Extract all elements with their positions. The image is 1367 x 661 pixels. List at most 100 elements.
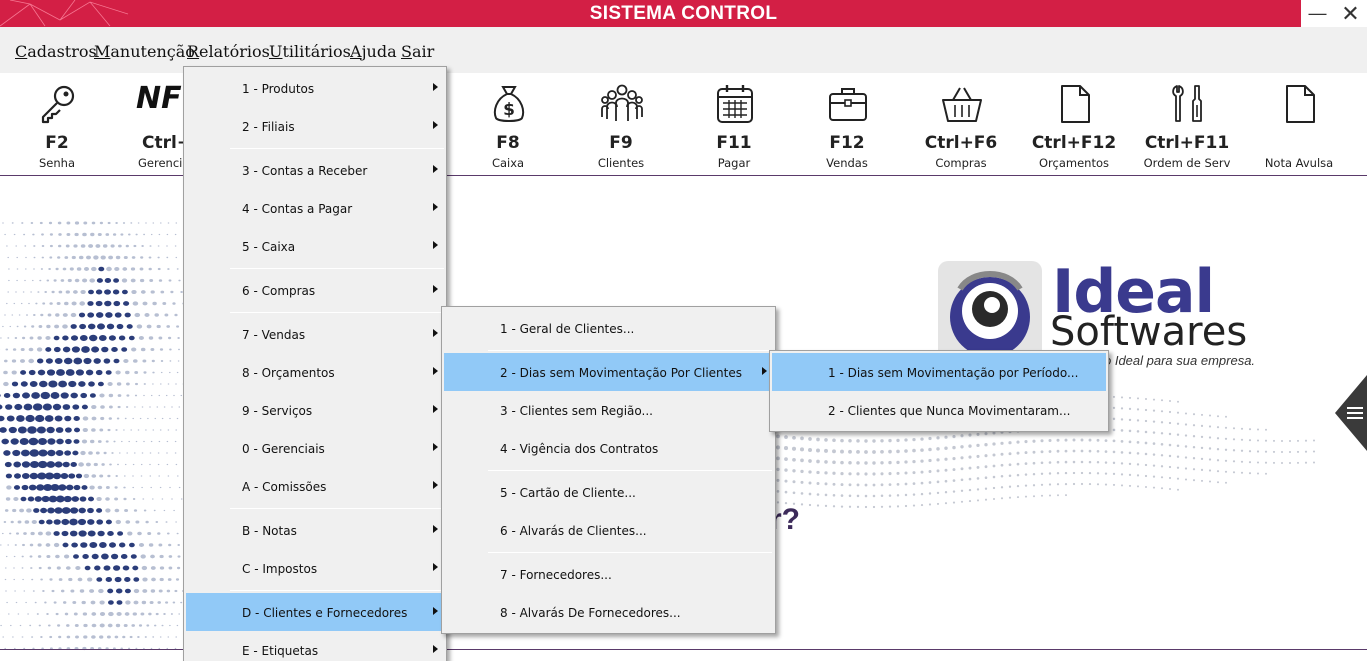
menu-item-label: 9 - Serviços (242, 404, 313, 418)
menu-manutencao[interactable]: Manutenção (94, 42, 195, 61)
toolbar-label: Gerencia (138, 156, 190, 170)
toolbar-key: F9 (609, 133, 633, 153)
menu-item-label: 2 - Filiais (242, 120, 295, 134)
menu-item-3-contas-a-receber[interactable]: 3 - Contas a Receber (186, 151, 444, 189)
toolbar-caixa-button[interactable]: $ F8 Caixa (452, 73, 564, 173)
title-bar: SISTEMA CONTROL — ✕ (0, 0, 1367, 27)
menu-item-label: 2 - Clientes que Nunca Movimentaram... (828, 404, 1071, 418)
menu-item-4-contas-a-pagar[interactable]: 4 - Contas a Pagar (186, 189, 444, 227)
toolbar-label: Caixa (491, 156, 525, 170)
menu-item-label: 5 - Caixa (242, 240, 296, 254)
submenu-arrow-icon (433, 645, 438, 653)
menu-item-label: 6 - Alvarás de Clientes... (500, 524, 647, 538)
window-title: SISTEMA CONTROL (589, 3, 778, 24)
menu-item-label: 4 - Vigência dos Contratos (500, 442, 659, 456)
toolbar-label: Clientes (597, 156, 645, 170)
menu-item-label: 4 - Contas a Pagar (242, 202, 353, 216)
menu-item-8-orcamentos[interactable]: 8 - Orçamentos (186, 353, 444, 391)
menu-item-7-vendas[interactable]: 7 - Vendas (186, 315, 444, 353)
logo-slogan: o Ideal para sua empresa. (1104, 353, 1256, 368)
menu-item-label: B - Notas (242, 524, 297, 538)
toolbar-label: Compras (935, 156, 987, 170)
menu-ajuda[interactable]: Ajuda (350, 42, 397, 61)
menu-item-0-gerenciais[interactable]: 0 - Gerenciais (186, 429, 444, 467)
menu-item-label: C - Impostos (242, 562, 318, 576)
menu-separator (230, 590, 444, 591)
menu-item-5-caixa[interactable]: 5 - Caixa (186, 227, 444, 265)
menu-item-label: 7 - Vendas (242, 328, 306, 342)
menu-item-label: E - Etiquetas (242, 644, 319, 658)
menu-item-label: 0 - Gerenciais (242, 442, 325, 456)
menu-sair[interactable]: Sair (401, 42, 434, 61)
toolbar-key: Ctrl+F6 (924, 133, 998, 153)
toolbar-clientes-button[interactable]: F9 Clientes (565, 73, 677, 173)
toolbar-key: Ctrl+F12 (1031, 133, 1117, 153)
menu-item-1-dias-sem-movimentacao-por-periodo[interactable]: 1 - Dias sem Movimentação por Período... (772, 353, 1106, 391)
menu-item-d-clientes-e-fornecedores[interactable]: D - Clientes e Fornecedores (186, 593, 444, 631)
menu-item-label: 1 - Dias sem Movimentação por Período... (828, 366, 1079, 380)
toolbar-key: F12 (829, 133, 865, 153)
submenu-arrow-icon (433, 405, 438, 413)
menu-item-2-clientes-que-nunca-movimentaram[interactable]: 2 - Clientes que Nunca Movimentaram... (772, 391, 1106, 429)
menu-item-label: 1 - Produtos (242, 82, 315, 96)
logo-subtitle: Softwares (1050, 309, 1248, 355)
menu-item-5-cartao-de-cliente[interactable]: 5 - Cartão de Cliente... (444, 473, 773, 511)
side-menu-toggle-icon[interactable] (1333, 375, 1367, 451)
menu-separator (230, 508, 444, 509)
menu-item-7-fornecedores[interactable]: 7 - Fornecedores... (444, 555, 773, 593)
toolbar-nota-avulsa-button[interactable]: Nota Avulsa (1243, 73, 1355, 173)
minimize-button[interactable]: — (1301, 0, 1334, 27)
submenu-arrow-icon (762, 367, 767, 375)
menu-separator (488, 552, 772, 553)
menu-item-label: 6 - Compras (242, 284, 316, 298)
clientes-fornecedores-submenu: 1 - Geral de Clientes... 2 - Dias sem Mov… (441, 306, 776, 634)
key-icon (41, 85, 75, 124)
toolbar-orcamentos-button[interactable]: Ctrl+F12 Orçamentos (1018, 73, 1130, 173)
menu-item-3-clientes-sem-regiao[interactable]: 3 - Clientes sem Região... (444, 391, 773, 429)
menu-relatorios[interactable]: Relatórios (187, 42, 270, 61)
menu-item-e-etiquetas[interactable]: E - Etiquetas (186, 631, 444, 661)
submenu-arrow-icon (433, 121, 438, 129)
toolbar-compras-button[interactable]: Ctrl+F6 Compras (905, 73, 1017, 173)
submenu-arrow-icon (433, 329, 438, 337)
menu-item-2-dias-sem-movimentacao-por-clientes[interactable]: 2 - Dias sem Movimentação Por Clientes (444, 353, 773, 391)
basket-icon (942, 87, 982, 122)
toolbar-vendas-button[interactable]: F12 Vendas (791, 73, 903, 173)
menu-item-b-notas[interactable]: B - Notas (186, 511, 444, 549)
close-button[interactable]: ✕ (1334, 0, 1367, 27)
menu-cadastros[interactable]: Cadastros (15, 42, 97, 61)
menu-item-8-alvaras-de-fornecedores[interactable]: 8 - Alvarás De Fornecedores... (444, 593, 773, 631)
menu-utilitarios[interactable]: Utilitários (269, 42, 351, 61)
menu-item-1-produtos[interactable]: 1 - Produtos (186, 69, 444, 107)
menu-separator (488, 470, 772, 471)
menu-separator (488, 350, 772, 351)
toolbar-label: Orçamentos (1039, 156, 1109, 170)
menu-item-2-filiais[interactable]: 2 - Filiais (186, 107, 444, 145)
toolbar-key: F8 (496, 133, 520, 153)
menu-item-label: 1 - Geral de Clientes... (500, 322, 635, 336)
menu-item-c-impostos[interactable]: C - Impostos (186, 549, 444, 587)
menu-item-4-vigencia-dos-contratos[interactable]: 4 - Vigência dos Contratos (444, 429, 773, 467)
document-icon (1061, 85, 1090, 123)
menu-item-label: 5 - Cartão de Cliente... (500, 486, 636, 500)
relatorios-dropdown-menu: 1 - Produtos 2 - Filiais 3 - Contas a Rece… (183, 66, 447, 661)
tools-icon (1172, 85, 1202, 122)
toolbar-ordem-servico-button[interactable]: Ctrl+F11 Ordem de Serv (1131, 73, 1243, 173)
menu-item-9-servicos[interactable]: 9 - Serviços (186, 391, 444, 429)
toolbar-label: Nota Avulsa (1264, 156, 1334, 170)
menu-item-6-alvaras-de-clientes[interactable]: 6 - Alvarás de Clientes... (444, 511, 773, 549)
toolbar-label: Vendas (826, 156, 868, 170)
toolbar-label: Pagar (717, 156, 751, 170)
menu-item-label: 8 - Alvarás De Fornecedores... (500, 606, 681, 620)
submenu-arrow-icon (433, 367, 438, 375)
briefcase-icon (829, 88, 867, 121)
menu-separator (230, 148, 444, 149)
submenu-arrow-icon (433, 165, 438, 173)
toolbar-pagar-button[interactable]: F11 Pagar (678, 73, 790, 173)
window-controls: — ✕ (1301, 0, 1367, 27)
toolbar-senha-button[interactable]: F2 Senha (1, 73, 113, 173)
menu-item-1-geral-de-clientes[interactable]: 1 - Geral de Clientes... (444, 309, 773, 347)
toolbar-label: Senha (39, 156, 75, 170)
menu-item-a-comissoes[interactable]: A - Comissões (186, 467, 444, 505)
menu-item-6-compras[interactable]: 6 - Compras (186, 271, 444, 309)
